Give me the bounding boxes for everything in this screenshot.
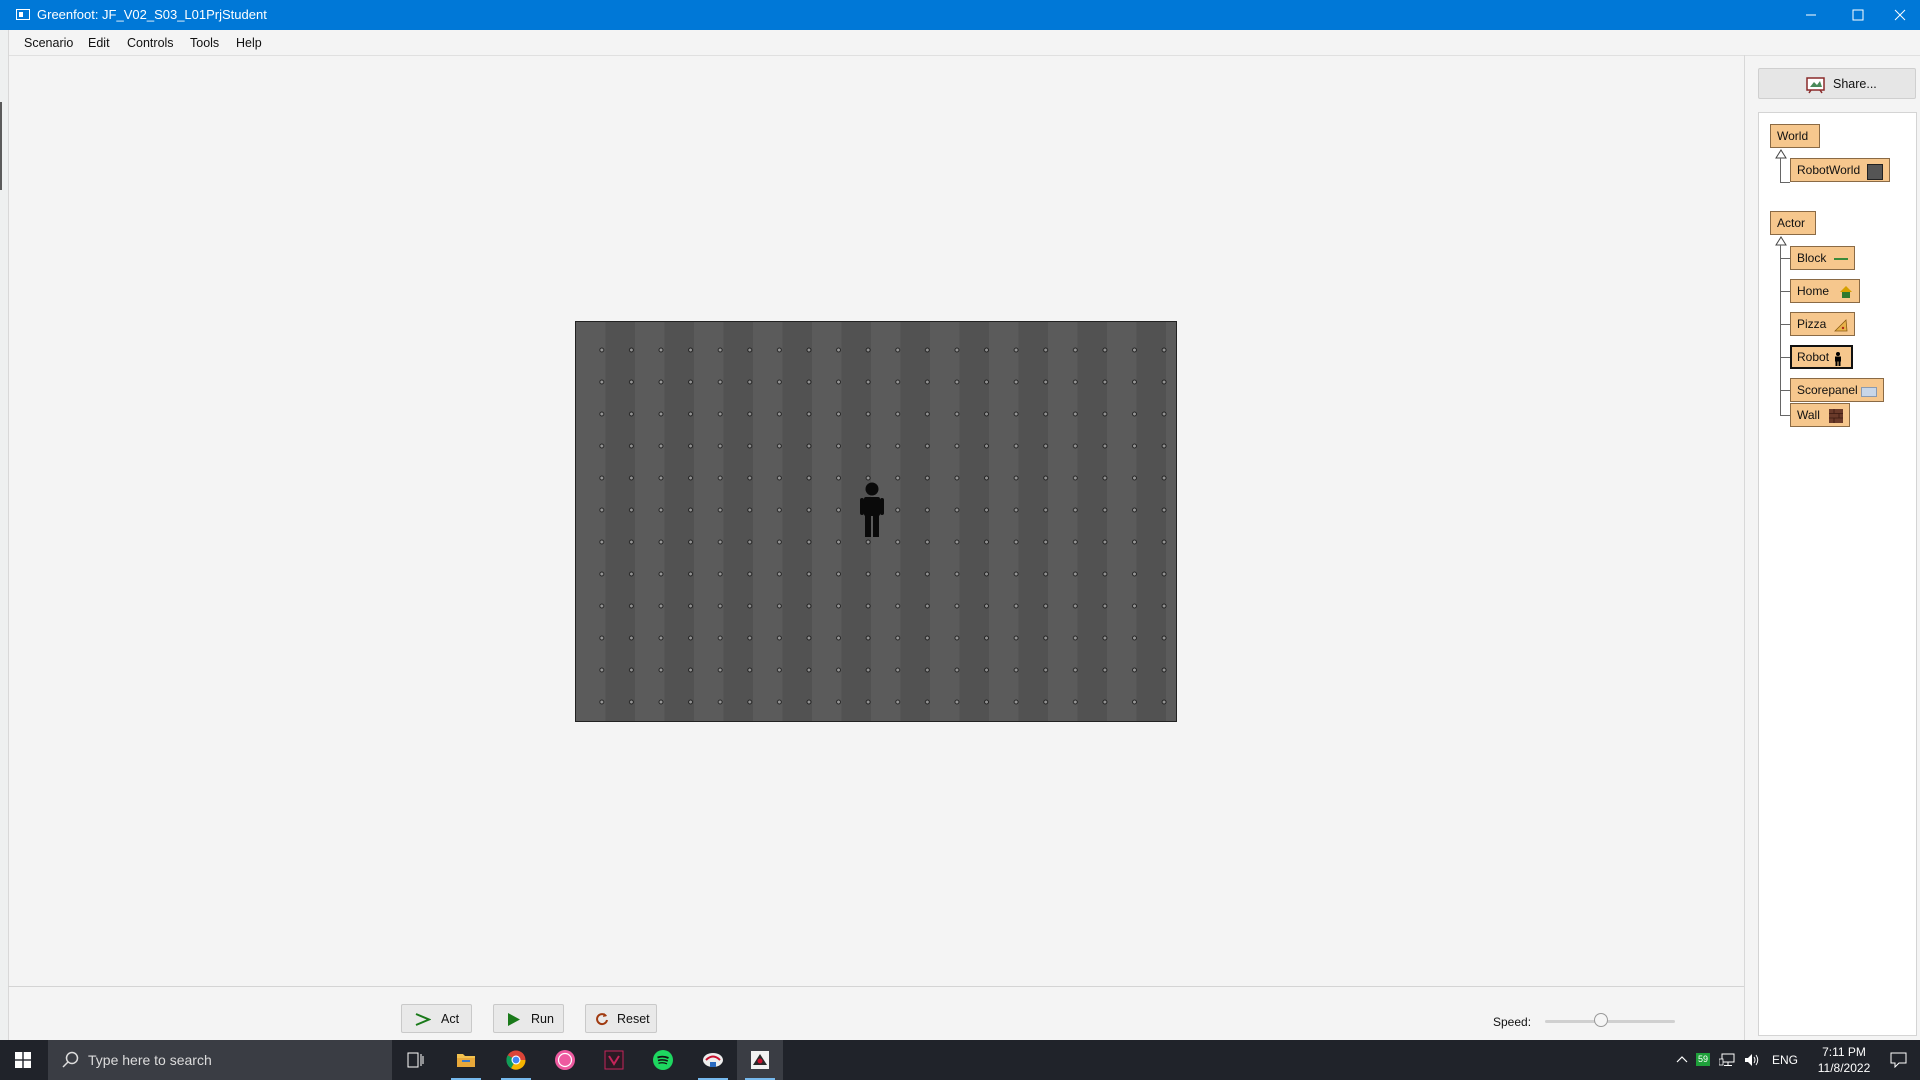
class-robotworld[interactable]: RobotWorld bbox=[1790, 158, 1890, 182]
menu-tools[interactable]: Tools bbox=[190, 36, 219, 50]
world-thumbnail-icon bbox=[1867, 164, 1883, 180]
windows-logo-icon bbox=[15, 1052, 31, 1068]
minimize-button[interactable] bbox=[1788, 0, 1834, 30]
share-icon bbox=[1806, 77, 1825, 94]
taskbar-greenfoot-launcher[interactable] bbox=[690, 1040, 736, 1080]
close-icon bbox=[1894, 9, 1906, 21]
taskbar-vortex[interactable] bbox=[591, 1040, 637, 1080]
taskbar-file-explorer[interactable] bbox=[443, 1040, 489, 1080]
speed-slider-thumb[interactable] bbox=[1593, 1013, 1608, 1027]
speed-slider[interactable] bbox=[1545, 1020, 1675, 1023]
class-wall[interactable]: Wall bbox=[1790, 403, 1850, 427]
share-button[interactable]: Share... bbox=[1758, 68, 1916, 99]
greenfoot-launcher-icon bbox=[703, 1053, 723, 1067]
menu-controls[interactable]: Controls bbox=[127, 36, 174, 50]
class-world[interactable]: World bbox=[1770, 124, 1820, 148]
tray-battery-app[interactable]: 59 bbox=[1696, 1040, 1712, 1080]
robot-thumbnail-icon bbox=[1835, 352, 1841, 366]
osu-icon bbox=[555, 1050, 575, 1070]
reset-icon bbox=[596, 1013, 608, 1026]
block-thumbnail-icon bbox=[1834, 258, 1848, 260]
reset-label: Reset bbox=[617, 1012, 650, 1026]
folder-icon bbox=[457, 1054, 475, 1067]
window-left-edge bbox=[0, 30, 9, 1040]
class-block-label: Block bbox=[1797, 251, 1827, 265]
inheritance-arrow-icon bbox=[1775, 149, 1787, 159]
minimize-icon bbox=[1806, 14, 1816, 16]
run-play-icon bbox=[508, 1013, 520, 1026]
clock-date: 11/8/2022 bbox=[1817, 1061, 1871, 1075]
class-actor[interactable]: Actor bbox=[1770, 211, 1816, 235]
task-view-icon bbox=[407, 1052, 424, 1068]
search-placeholder: Type here to search bbox=[88, 1052, 212, 1068]
taskbar-greenfoot[interactable] bbox=[737, 1040, 783, 1080]
class-robot-label: Robot bbox=[1797, 350, 1830, 364]
class-robot[interactable]: Robot bbox=[1790, 345, 1853, 369]
chevron-up-icon bbox=[1676, 1056, 1688, 1063]
taskbar: Type here to search 59 ENG 7:11 PM 11/8/… bbox=[0, 1040, 1920, 1080]
taskbar-clock[interactable]: 7:11 PM 11/8/2022 bbox=[1809, 1044, 1879, 1076]
greenfoot-icon bbox=[751, 1051, 769, 1069]
speaker-icon bbox=[1745, 1054, 1759, 1066]
pizza-thumbnail-icon bbox=[1834, 319, 1848, 332]
menu-edit[interactable]: Edit bbox=[88, 36, 110, 50]
act-button[interactable]: Act bbox=[401, 1004, 472, 1033]
clock-time: 7:11 PM bbox=[1822, 1045, 1866, 1059]
taskbar-osu[interactable] bbox=[542, 1040, 588, 1080]
menu-bar: Scenario Edit Controls Tools Help bbox=[8, 31, 1920, 56]
share-label: Share... bbox=[1833, 77, 1877, 91]
class-scorepanel-label: Scorepanel bbox=[1797, 383, 1858, 397]
taskbar-search[interactable]: Type here to search bbox=[48, 1040, 392, 1080]
home-thumbnail-icon bbox=[1840, 286, 1852, 298]
search-icon bbox=[62, 1051, 79, 1068]
window-title: Greenfoot: JF_V02_S03_L01PrjStudent bbox=[37, 7, 267, 22]
wall-thumbnail-icon bbox=[1829, 409, 1843, 423]
network-icon bbox=[1719, 1053, 1735, 1066]
class-block[interactable]: Block bbox=[1790, 246, 1855, 270]
class-home-label: Home bbox=[1797, 284, 1830, 298]
input-language-button[interactable]: ENG bbox=[1770, 1040, 1800, 1080]
class-pizza-label: Pizza bbox=[1797, 317, 1827, 331]
start-button[interactable] bbox=[0, 1040, 46, 1080]
network-button[interactable] bbox=[1719, 1040, 1737, 1080]
scorepanel-thumbnail-icon bbox=[1861, 387, 1877, 397]
world-view[interactable] bbox=[575, 321, 1177, 722]
reset-button[interactable]: Reset bbox=[585, 1004, 657, 1033]
menu-help[interactable]: Help bbox=[236, 36, 262, 50]
menu-scenario[interactable]: Scenario bbox=[24, 36, 73, 50]
class-scorepanel[interactable]: Scorepanel bbox=[1790, 378, 1884, 402]
title-bar: Greenfoot: JF_V02_S03_L01PrjStudent bbox=[0, 0, 1920, 30]
task-view-button[interactable] bbox=[392, 1040, 438, 1080]
tray-badge: 59 bbox=[1696, 1053, 1710, 1066]
controls-separator bbox=[8, 986, 1744, 987]
show-hidden-icons-button[interactable] bbox=[1672, 1040, 1692, 1080]
spotify-icon bbox=[653, 1050, 673, 1070]
run-label: Run bbox=[531, 1012, 554, 1026]
chrome-icon bbox=[506, 1050, 526, 1070]
class-wall-label: Wall bbox=[1797, 408, 1820, 422]
input-language: ENG bbox=[1772, 1053, 1799, 1067]
class-diagram: World RobotWorld Actor Block Home Pizza … bbox=[1758, 112, 1917, 1036]
run-button[interactable]: Run bbox=[493, 1004, 564, 1033]
act-icon bbox=[415, 1013, 431, 1026]
notification-icon bbox=[1890, 1052, 1907, 1068]
vortex-icon bbox=[604, 1050, 624, 1070]
class-pizza[interactable]: Pizza bbox=[1790, 312, 1855, 336]
robot-actor[interactable] bbox=[859, 482, 885, 539]
greenfoot-window-icon bbox=[16, 9, 30, 20]
maximize-button[interactable] bbox=[1835, 0, 1881, 30]
close-button[interactable] bbox=[1880, 0, 1920, 30]
inheritance-arrow-icon bbox=[1775, 236, 1787, 246]
class-robotworld-label: RobotWorld bbox=[1797, 163, 1861, 177]
notifications-button[interactable] bbox=[1878, 1040, 1918, 1080]
volume-button[interactable] bbox=[1744, 1040, 1762, 1080]
taskbar-spotify[interactable] bbox=[640, 1040, 686, 1080]
speed-label: Speed: bbox=[1493, 1015, 1532, 1029]
act-label: Act bbox=[441, 1012, 460, 1026]
class-home[interactable]: Home bbox=[1790, 279, 1860, 303]
maximize-icon bbox=[1852, 9, 1864, 21]
panel-separator bbox=[1744, 55, 1745, 1040]
taskbar-chrome[interactable] bbox=[493, 1040, 539, 1080]
